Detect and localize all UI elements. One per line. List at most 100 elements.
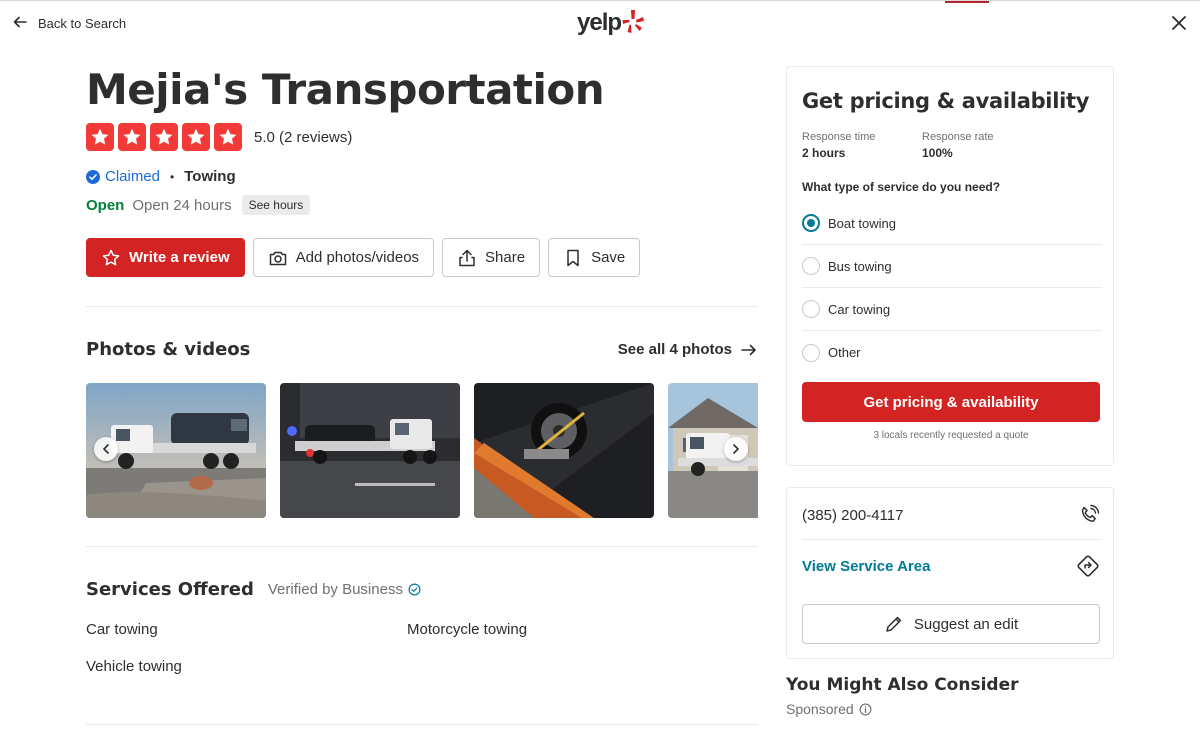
share-icon: [459, 249, 475, 266]
yelp-burst-icon: [622, 10, 645, 33]
response-rate-value: 100%: [922, 146, 953, 160]
pencil-icon: [886, 616, 902, 632]
service-item: Motorcycle towing: [407, 621, 528, 638]
photos-header: Photos & videos See all 4 photos: [86, 339, 758, 360]
service-area-row: View Service Area: [802, 554, 1100, 578]
carousel-prev-button[interactable]: [94, 437, 118, 461]
sponsored-text: Sponsored: [786, 701, 854, 717]
see-all-photos-link[interactable]: See all 4 photos: [618, 341, 758, 359]
star-icon: [150, 123, 178, 151]
suggest-edit-label: Suggest an edit: [913, 615, 1019, 633]
get-pricing-button[interactable]: Get pricing & availability: [802, 382, 1100, 422]
response-rate-label: Response rate: [922, 131, 994, 143]
save-label: Save: [591, 249, 626, 266]
save-button[interactable]: Save: [548, 238, 641, 277]
radio-button[interactable]: [802, 343, 820, 362]
sponsored-label: Sponsored: [786, 701, 872, 717]
photo-thumbnail[interactable]: [280, 383, 460, 518]
yelp-logo-text: yelp: [577, 9, 622, 36]
rating-text[interactable]: 5.0 (2 reviews): [254, 129, 352, 146]
pricing-card-title: Get pricing & availability: [802, 89, 1090, 113]
services-title: Services Offered: [86, 579, 254, 600]
claimed-label[interactable]: Claimed: [105, 168, 160, 185]
hours-row: Open Open 24 hours See hours: [86, 195, 311, 215]
star-icon: [214, 123, 242, 151]
phone-number[interactable]: (385) 200-4117: [802, 507, 903, 524]
response-time-value: 2 hours: [802, 146, 846, 160]
add-photos-label: Add photos/videos: [295, 249, 420, 266]
service-option-other[interactable]: Other: [802, 331, 1102, 374]
arrow-left-icon: [12, 14, 28, 33]
star-icon: [182, 123, 210, 151]
top-accent-mark: [945, 1, 989, 3]
service-question: What type of service do you need?: [802, 180, 1001, 194]
view-service-area-link[interactable]: View Service Area: [802, 558, 930, 575]
verified-by-business-label: Verified by Business: [267, 581, 403, 598]
star-icon: [86, 123, 114, 151]
you-might-also-consider-title: You Might Also Consider: [786, 675, 1019, 695]
write-review-label: Write a review: [129, 249, 230, 266]
action-buttons: Write a review Add photos/videos Share S…: [86, 238, 641, 277]
divider: [802, 539, 1100, 540]
radio-button[interactable]: [802, 300, 820, 318]
photo-thumbnail[interactable]: [668, 383, 758, 518]
service-item: Vehicle towing: [86, 658, 182, 675]
back-to-search-label: Back to Search: [38, 16, 127, 31]
star-outline-icon: [102, 249, 120, 265]
hours-text: Open 24 hours: [132, 196, 232, 214]
locals-requested-note: 3 locals recently requested a quote: [873, 430, 1029, 441]
share-button[interactable]: Share: [442, 238, 541, 277]
divider: [86, 306, 758, 307]
info-icon[interactable]: [859, 703, 872, 716]
yelp-logo[interactable]: yelp: [577, 9, 645, 37]
service-option-car-towing[interactable]: Car towing: [802, 288, 1102, 331]
response-rate: Response rate 100%: [922, 131, 994, 160]
verified-check-icon: [408, 583, 421, 596]
response-time-label: Response time: [802, 131, 876, 143]
main-column: Mejia's Transportation 5.0 (2 reviews) C…: [86, 60, 758, 725]
service-option-bus-towing[interactable]: Bus towing: [802, 245, 1102, 288]
phone-row: (385) 200-4117: [802, 504, 1100, 526]
tow-truck-photo-2: [280, 383, 460, 518]
radio-button[interactable]: [802, 257, 820, 275]
radio-button-selected[interactable]: [802, 214, 820, 232]
camera-icon: [269, 251, 286, 265]
photo-thumbnail[interactable]: [474, 383, 654, 518]
back-to-search-link[interactable]: Back to Search: [12, 14, 126, 33]
business-name: Mejia's Transportation: [86, 65, 605, 114]
share-label: Share: [485, 249, 526, 266]
contact-card: (385) 200-4117 View Service Area Suggest…: [786, 487, 1114, 659]
chevron-right-icon: [733, 444, 740, 454]
photo-thumbnail[interactable]: [86, 383, 266, 518]
meta-separator: •: [170, 169, 175, 184]
rating-row: 5.0 (2 reviews): [86, 123, 352, 151]
photos-title: Photos & videos: [86, 339, 251, 360]
services-header: Services Offered Verified by Business: [86, 579, 421, 600]
service-item: Car towing: [86, 621, 158, 638]
pricing-card: Get pricing & availability Response time…: [786, 66, 1114, 466]
carousel-next-button[interactable]: [724, 437, 748, 461]
add-photos-button[interactable]: Add photos/videos: [252, 238, 435, 277]
response-time: Response time 2 hours: [802, 131, 875, 160]
suggest-edit-button[interactable]: Suggest an edit: [802, 604, 1100, 644]
service-option-label: Bus towing: [828, 258, 892, 274]
arrow-right-icon: [741, 344, 756, 355]
chevron-left-icon: [102, 444, 109, 454]
service-option-boat-towing[interactable]: Boat towing: [802, 202, 1102, 245]
phone-icon[interactable]: [1078, 504, 1100, 526]
bookmark-icon: [567, 249, 579, 266]
service-option-label: Car towing: [828, 301, 891, 317]
photo-carousel: [86, 383, 758, 518]
category-link[interactable]: Towing: [184, 168, 235, 185]
service-option-label: Other: [828, 345, 861, 360]
see-hours-button[interactable]: See hours: [241, 195, 311, 215]
write-review-button[interactable]: Write a review: [86, 238, 245, 277]
close-icon: [1172, 16, 1186, 30]
see-all-photos-label: See all 4 photos: [617, 341, 732, 358]
service-option-label: Boat towing: [828, 215, 896, 231]
directions-icon[interactable]: [1076, 554, 1100, 578]
tow-strap-photo: [474, 383, 654, 518]
close-button[interactable]: [1170, 14, 1188, 32]
verified-badge: Verified by Business: [268, 581, 421, 598]
divider: [86, 724, 758, 725]
